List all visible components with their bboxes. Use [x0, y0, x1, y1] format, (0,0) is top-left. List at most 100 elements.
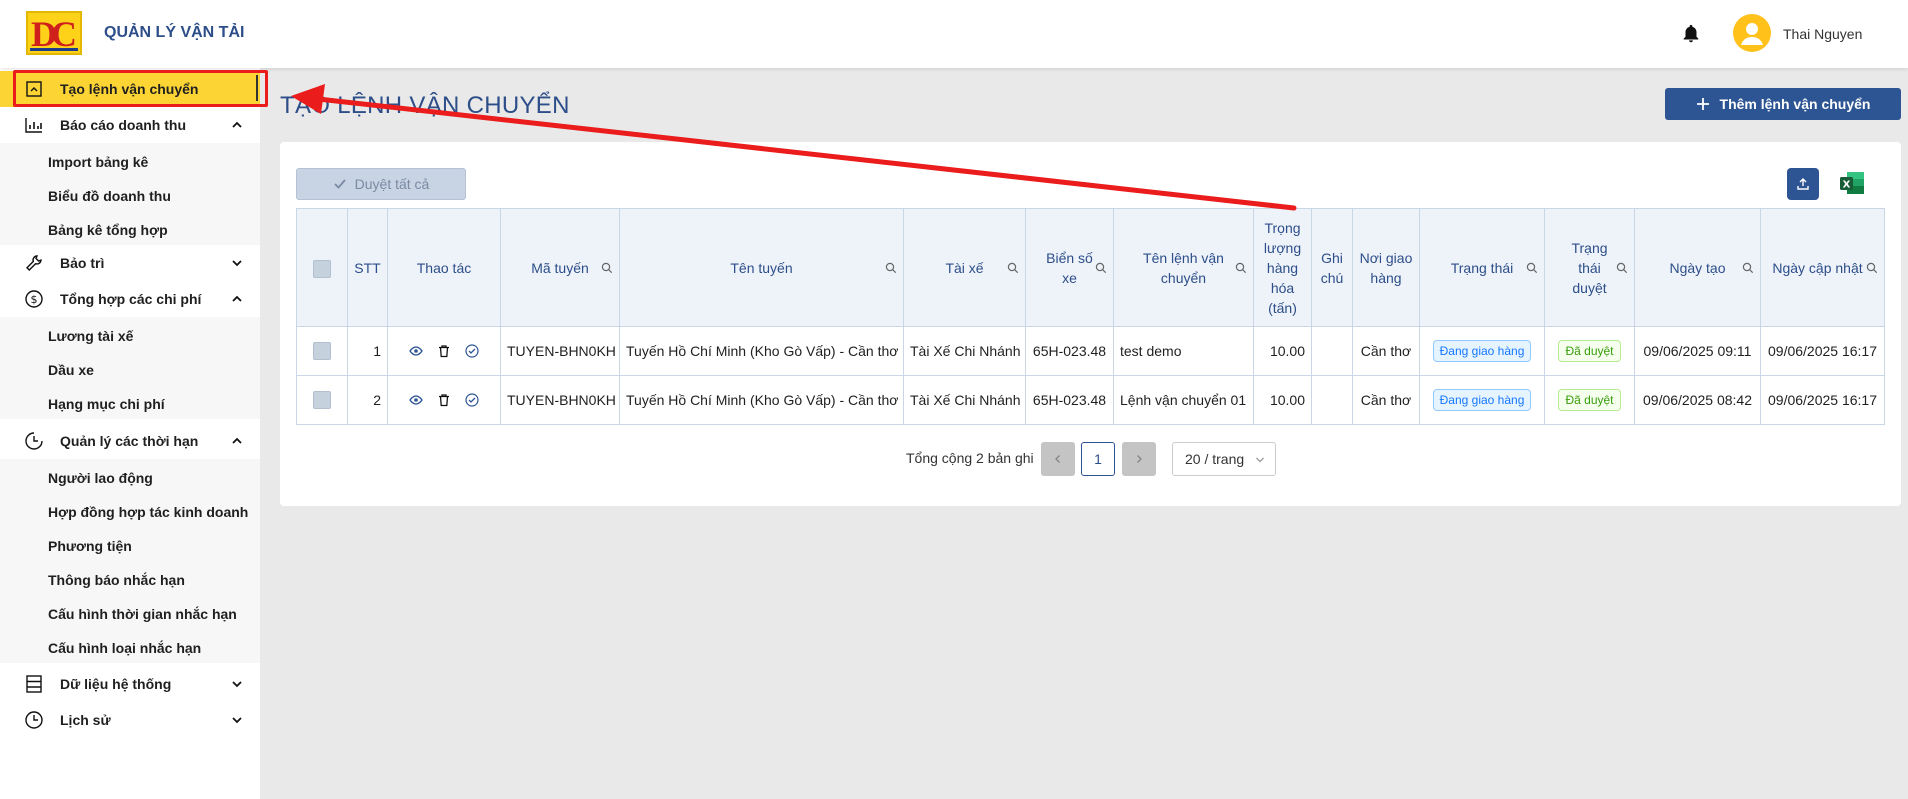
cell-ngay-cap-nhat: 09/06/2025 16:17 — [1760, 375, 1885, 425]
sidebar-item-bao-tri[interactable]: Bảo trì — [0, 245, 260, 281]
select-all-checkbox[interactable] — [313, 259, 331, 278]
sidebar-subitem-bieu-do-doanh-thu[interactable]: Biểu đồ doanh thu — [48, 188, 171, 204]
col-trang-thai-duyet[interactable]: Trạng thái duyệt — [1544, 208, 1635, 327]
cell-stt: 1 — [347, 326, 388, 376]
search-icon[interactable] — [601, 262, 613, 274]
search-icon[interactable] — [1007, 262, 1019, 274]
orders-card: Duyệt tất cả X STT Thao tác Mã tuyến Tên… — [280, 142, 1901, 506]
cell-trong-luong: 10.00 — [1253, 326, 1312, 376]
sidebar-subitem-hang-muc-chi-phi[interactable]: Hạng mục chi phí — [48, 396, 165, 412]
sidebar-subitem-cau-hinh-loai[interactable]: Cấu hình loại nhắc hạn — [48, 640, 201, 656]
sidebar-subitem-bang-ke-tong-hop[interactable]: Bảng kê tổng hợp — [48, 222, 168, 238]
next-page-button[interactable] — [1122, 442, 1156, 476]
search-icon[interactable] — [1095, 262, 1107, 274]
approve-check-icon[interactable] — [465, 344, 479, 358]
cell-ngay-tao: 09/06/2025 09:11 — [1634, 326, 1761, 376]
sidebar-item-label: Quản lý các thời hạn — [60, 433, 199, 449]
cell-actions — [387, 375, 501, 425]
cell-ten-tuyen: Tuyến Hồ Chí Minh (Kho Gò Vấp) - Cần thơ — [619, 326, 904, 376]
cell-tai-xe: Tài Xế Chi Nhánh — [903, 375, 1026, 425]
sidebar-item-du-lieu-he-thong[interactable]: Dữ liệu hệ thống — [0, 666, 260, 702]
avatar[interactable] — [1733, 14, 1771, 52]
sidebar-item-tong-hop-chi-phi[interactable]: $ Tổng hợp các chi phí — [0, 281, 260, 317]
sidebar-subitem-import-bang-ke[interactable]: Import bảng kê — [48, 154, 148, 170]
wrench-icon — [24, 253, 44, 273]
cell-ghi-chu — [1311, 326, 1353, 376]
search-icon[interactable] — [1616, 262, 1628, 274]
sidebar-subitem-cau-hinh-thoi-gian[interactable]: Cấu hình thời gian nhắc hạn — [48, 606, 237, 622]
cell-tai-xe: Tài Xế Chi Nhánh — [903, 326, 1026, 376]
cell-ghi-chu — [1311, 375, 1353, 425]
search-icon[interactable] — [1742, 262, 1754, 274]
chevron-down-icon — [232, 260, 242, 267]
add-order-button[interactable]: Thêm lệnh vận chuyển — [1665, 88, 1901, 120]
database-icon — [24, 674, 44, 694]
approve-check-icon[interactable] — [465, 393, 479, 407]
sidebar-subitem-luong-tai-xe[interactable]: Lương tài xế — [48, 328, 133, 344]
user-name[interactable]: Thai Nguyen — [1783, 26, 1862, 42]
cell-ngay-cap-nhat: 09/06/2025 16:17 — [1760, 326, 1885, 376]
upload-button[interactable] — [1787, 168, 1819, 200]
col-tai-xe[interactable]: Tài xế — [903, 208, 1026, 327]
col-thao-tac: Thao tác — [387, 208, 501, 327]
col-ma-tuyen[interactable]: Mã tuyến — [500, 208, 620, 327]
col-ngay-tao[interactable]: Ngày tạo — [1634, 208, 1761, 327]
trash-icon[interactable] — [437, 344, 451, 358]
col-stt: STT — [347, 208, 388, 327]
eye-icon[interactable] — [409, 393, 423, 407]
sidebar-item-quan-ly-thoi-han[interactable]: Quản lý các thời hạn — [0, 423, 260, 459]
cell-bien-so: 65H-023.48 — [1025, 375, 1114, 425]
dollar-icon: $ — [24, 289, 44, 309]
page-size-select[interactable]: 20 / trang — [1172, 442, 1276, 476]
approval-badge: Đã duyệt — [1558, 389, 1621, 411]
prev-page-button[interactable] — [1041, 442, 1075, 476]
sidebar-subitem-thong-bao-nhac-han[interactable]: Thông báo nhắc hạn — [48, 572, 185, 588]
excel-icon[interactable]: X — [1839, 170, 1865, 196]
col-ngay-cap-nhat[interactable]: Ngày cập nhật — [1760, 208, 1885, 327]
cell-trang-thai: Đang giao hàng — [1419, 375, 1545, 425]
col-ten-lenh[interactable]: Tên lệnh vận chuyển — [1113, 208, 1254, 327]
status-badge: Đang giao hàng — [1432, 389, 1532, 411]
clock-icon — [24, 431, 44, 451]
chevron-left-icon — [1055, 455, 1060, 463]
trash-icon[interactable] — [437, 393, 451, 407]
chevron-up-icon — [232, 295, 242, 302]
sidebar-subitem-dau-xe[interactable]: Dầu xe — [48, 362, 94, 378]
approve-all-button[interactable]: Duyệt tất cả — [296, 168, 466, 200]
col-label: Trạng thái — [1450, 259, 1514, 276]
cell-ten-tuyen: Tuyến Hồ Chí Minh (Kho Gò Vấp) - Cần thơ — [619, 375, 904, 425]
upload-icon — [1797, 178, 1809, 190]
cell-trong-luong: 10.00 — [1253, 375, 1312, 425]
sidebar-subitem-hop-dong[interactable]: Hợp đồng hợp tác kinh doanh — [48, 504, 248, 520]
top-header: DC QUẢN LÝ VẬN TẢI Thai Nguyen — [0, 0, 1908, 68]
col-ten-tuyen[interactable]: Tên tuyến — [619, 208, 904, 327]
submenu-chi-phi: Lương tài xế Dầu xe Hạng mục chi phí — [0, 317, 260, 419]
cell-ngay-tao: 09/06/2025 08:42 — [1634, 375, 1761, 425]
sidebar-subitem-phuong-tien[interactable]: Phương tiện — [48, 538, 132, 554]
col-trang-thai[interactable]: Trạng thái — [1419, 208, 1545, 327]
approve-all-label: Duyệt tất cả — [354, 176, 430, 192]
row-checkbox[interactable] — [313, 342, 331, 361]
sidebar-item-lich-su[interactable]: Lịch sử — [0, 702, 260, 738]
bell-icon[interactable] — [1680, 22, 1702, 46]
search-icon[interactable] — [885, 262, 897, 274]
col-label: Ngày tạo — [1669, 259, 1726, 276]
page-number-current[interactable]: 1 — [1081, 442, 1115, 476]
search-icon[interactable] — [1866, 262, 1878, 274]
sidebar-item-bao-cao-doanh-thu[interactable]: Báo cáo doanh thu — [0, 107, 260, 143]
search-icon[interactable] — [1526, 262, 1538, 274]
search-icon[interactable] — [1235, 262, 1247, 274]
col-bien-so[interactable]: Biển số xe — [1025, 208, 1114, 327]
eye-icon[interactable] — [409, 344, 423, 358]
row-checkbox[interactable] — [313, 391, 331, 410]
chevron-down-icon — [232, 681, 242, 688]
chevron-down-icon — [1256, 457, 1264, 463]
company-logo[interactable]: DC — [26, 11, 82, 55]
cell-trang-thai: Đang giao hàng — [1419, 326, 1545, 376]
sidebar-subitem-nguoi-lao-dong[interactable]: Người lao động — [48, 470, 153, 486]
col-label: Mã tuyến — [531, 259, 589, 276]
row-select-cell — [296, 375, 348, 425]
annotation-highlight-box — [13, 70, 268, 107]
cell-noi-giao: Cần thơ — [1352, 326, 1420, 376]
select-all-cell — [296, 208, 348, 327]
